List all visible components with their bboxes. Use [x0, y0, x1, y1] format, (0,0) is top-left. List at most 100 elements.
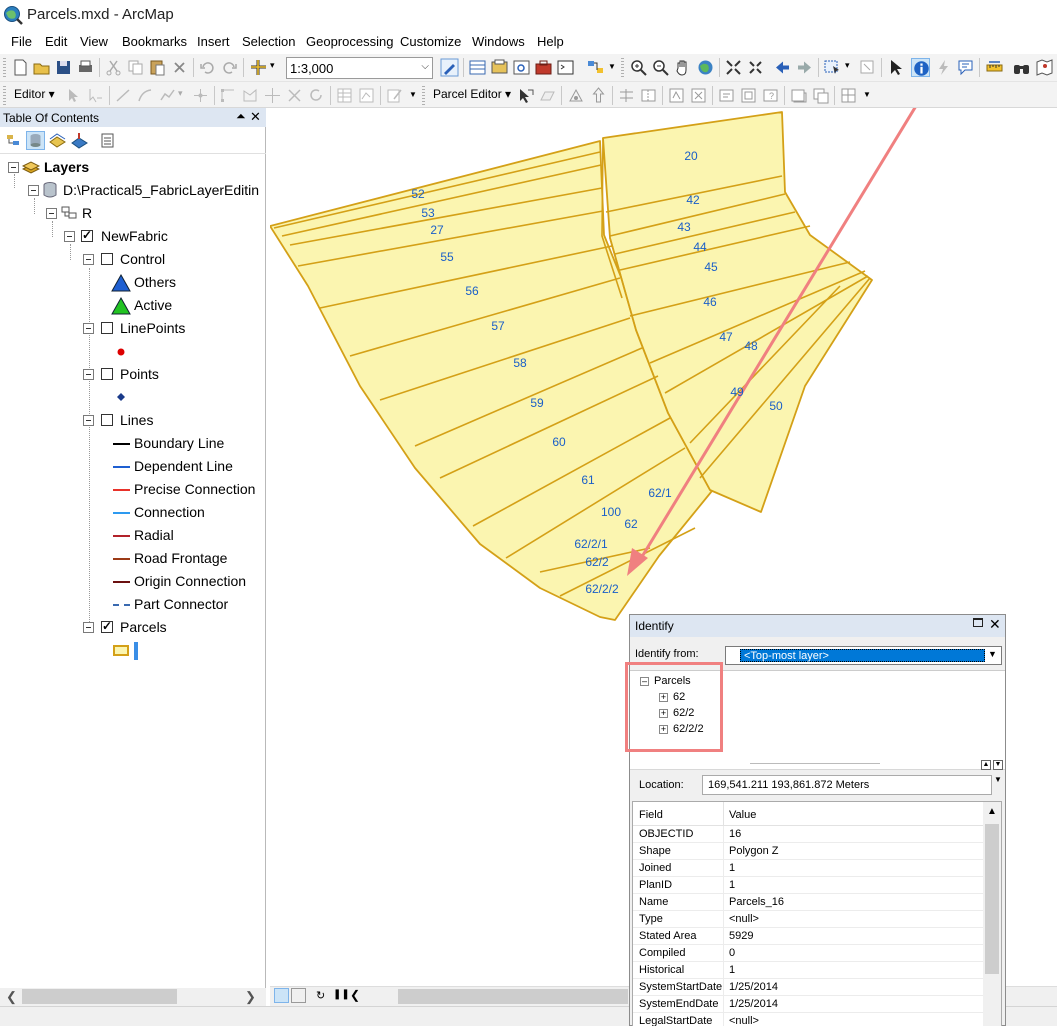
collapse-icon[interactable] — [28, 185, 39, 196]
layout-view-icon[interactable] — [291, 988, 306, 1003]
python-window-icon[interactable] — [556, 58, 575, 77]
parcel-details-icon[interactable] — [717, 86, 736, 105]
print-icon[interactable] — [76, 58, 95, 77]
open-folder-icon[interactable] — [32, 58, 51, 77]
join-parcels-icon[interactable] — [639, 86, 658, 105]
hyperlink-bolt-icon[interactable] — [934, 58, 953, 77]
paste-icon[interactable] — [148, 58, 167, 77]
menu-view[interactable]: View — [80, 34, 108, 49]
attribute-row[interactable]: PlanID 1 — [633, 877, 983, 894]
add-data-icon[interactable] — [249, 58, 268, 77]
parcel-editor-menu-button[interactable]: Parcel Editor ▾ — [433, 87, 511, 101]
toc-dataset-row[interactable]: R — [0, 204, 266, 224]
zoom-out-icon[interactable] — [651, 58, 670, 77]
menu-edit[interactable]: Edit — [45, 34, 67, 49]
select-parcel-features-icon[interactable] — [516, 86, 535, 105]
trace-icon[interactable] — [158, 86, 177, 105]
rotate-tool-icon[interactable] — [307, 86, 326, 105]
attribute-row[interactable]: OBJECTID 16 — [633, 826, 983, 843]
toc-linepoints-row[interactable]: LinePoints — [0, 319, 266, 339]
cut-icon[interactable] — [104, 58, 123, 77]
measure-ruler-icon[interactable] — [985, 58, 1004, 77]
toc-parcels-row[interactable]: Parcels — [0, 618, 266, 638]
list-by-source-icon[interactable] — [26, 131, 45, 150]
parcel-lineage-icon[interactable] — [538, 86, 557, 105]
full-extent-globe-icon[interactable] — [696, 58, 715, 77]
value-column-header[interactable]: Value — [729, 809, 756, 821]
go-forward-arrow-icon[interactable] — [795, 58, 814, 77]
lines-visibility-checkbox[interactable] — [101, 414, 113, 426]
toc-horizontal-scrollbar[interactable]: ❮ ❯ — [0, 988, 266, 1006]
list-by-drawing-order-icon[interactable] — [4, 131, 23, 150]
construction-dropdown-icon[interactable]: ▾ — [178, 88, 183, 99]
toolbar-grip[interactable] — [422, 86, 425, 105]
list-by-selection-icon[interactable] — [70, 131, 89, 150]
table-of-contents-icon[interactable] — [468, 58, 487, 77]
arctoolbox-icon[interactable] — [534, 58, 553, 77]
field-column-header[interactable]: Field — [639, 809, 663, 821]
list-by-visibility-icon[interactable] — [48, 131, 67, 150]
edit-tool-icon[interactable] — [64, 86, 83, 105]
attribute-row[interactable]: LegalStartDate <null> — [633, 1013, 983, 1026]
attribute-row[interactable]: Type <null> — [633, 911, 983, 928]
least-squares-icon[interactable] — [689, 86, 708, 105]
editor-menu-button[interactable]: Editor ▾ — [14, 87, 55, 101]
parcels-visibility-checkbox[interactable] — [101, 619, 113, 633]
scroll-right-icon[interactable]: ❯ — [245, 989, 256, 1005]
maximize-icon[interactable] — [973, 618, 983, 627]
go-to-xy-icon[interactable] — [1035, 58, 1054, 77]
identify-title-bar[interactable]: Identify ✕ — [630, 615, 1005, 637]
endpoint-arc-icon[interactable] — [136, 86, 155, 105]
pause-drawing-icon[interactable]: ❚❚ — [333, 989, 350, 1000]
pan-hand-icon[interactable] — [673, 58, 692, 77]
toc-fabric-row[interactable]: NewFabric — [0, 227, 266, 247]
zoom-in-icon[interactable] — [629, 58, 648, 77]
toc-database-row[interactable]: D:\Practical5_FabricLayerEditin — [0, 181, 266, 201]
refresh-icon[interactable]: ↻ — [316, 989, 325, 1002]
collapse-icon[interactable] — [46, 208, 57, 219]
menu-geoprocessing[interactable]: Geoprocessing — [306, 34, 393, 49]
new-document-icon[interactable] — [11, 58, 30, 77]
attribute-row[interactable]: Stated Area 5929 — [633, 928, 983, 945]
plan-directory-icon[interactable] — [739, 86, 758, 105]
menu-insert[interactable]: Insert — [197, 34, 230, 49]
toc-layers-row[interactable]: Layers — [0, 158, 266, 178]
menu-file[interactable]: File — [11, 34, 32, 49]
points-visibility-checkbox[interactable] — [101, 368, 113, 380]
scroll-left-icon[interactable]: ❮ — [350, 988, 360, 1002]
toolbar-grip[interactable] — [621, 58, 624, 77]
catalog-icon[interactable] — [490, 58, 509, 77]
close-icon[interactable]: ✕ — [989, 616, 1001, 633]
scroll-left-icon[interactable]: ❮ — [6, 989, 17, 1005]
scroll-thumb[interactable] — [985, 824, 999, 974]
delete-icon[interactable] — [170, 58, 189, 77]
identify-from-dropdown[interactable]: <Top-most layer> ▼ — [725, 646, 1002, 665]
scroll-thumb[interactable] — [22, 989, 177, 1004]
parcel-options-icon[interactable] — [789, 86, 808, 105]
collapse-icon[interactable] — [83, 254, 94, 265]
identify-splitter[interactable]: ▲ ▼ — [630, 760, 1005, 770]
sketch-properties-icon[interactable] — [357, 86, 376, 105]
attribute-row[interactable]: SystemEndDate 1/25/2014 — [633, 996, 983, 1013]
menu-selection[interactable]: Selection — [242, 34, 295, 49]
map-scale-combo[interactable]: 1:3,000 ⌵ — [286, 57, 433, 79]
edit-annotation-icon[interactable] — [86, 86, 105, 105]
fixed-zoom-out-icon[interactable] — [746, 58, 765, 77]
linepoints-visibility-checkbox[interactable] — [101, 322, 113, 334]
select-dropdown-icon[interactable]: ▾ — [845, 60, 850, 71]
html-popup-icon[interactable] — [956, 58, 975, 77]
construction-tool-icon[interactable] — [567, 86, 586, 105]
collapse-icon[interactable] — [64, 231, 75, 242]
control-visibility-checkbox[interactable] — [101, 253, 113, 265]
close-icon[interactable]: ✕ — [250, 109, 261, 125]
attribute-row[interactable]: Shape Polygon Z — [633, 843, 983, 860]
toolbar-overflow-icon[interactable]: ▼ — [409, 90, 417, 99]
toc-control-row[interactable]: Control — [0, 250, 266, 270]
location-units-dropdown-icon[interactable]: ▼ — [994, 775, 1002, 784]
chevron-down-icon[interactable]: ▼ — [988, 649, 997, 659]
clear-selection-icon[interactable] — [858, 58, 877, 77]
map-scroll-thumb[interactable] — [398, 989, 628, 1004]
straight-segment-icon[interactable] — [114, 86, 133, 105]
attributes-icon[interactable] — [335, 86, 354, 105]
select-features-icon[interactable] — [823, 58, 842, 77]
